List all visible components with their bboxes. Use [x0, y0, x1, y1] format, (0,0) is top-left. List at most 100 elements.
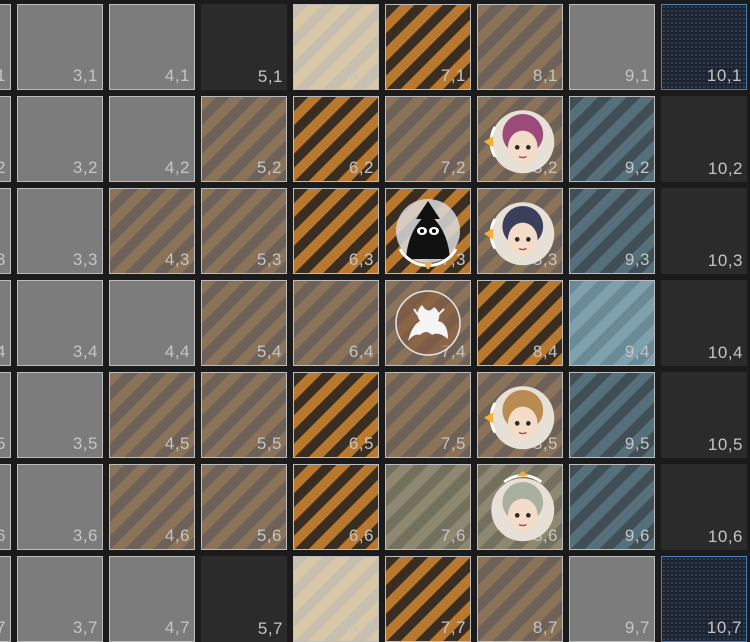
tile-9-3[interactable]: 9,3	[569, 188, 655, 274]
tile-2-3[interactable]: 2,3	[0, 188, 11, 274]
tile-5-7[interactable]: 5,7	[201, 556, 287, 642]
tile-7-6[interactable]: 7,6	[385, 464, 471, 550]
tile-5-1[interactable]: 5,1	[201, 4, 287, 90]
tile-coordinate-label: 10,7	[706, 618, 742, 637]
tile-2-4[interactable]: 2,4	[0, 280, 11, 366]
tile-coordinate-label: 9,4	[624, 342, 650, 361]
tile-coordinate-label: 10,2	[707, 159, 743, 178]
tile-10-3[interactable]: 10,3	[661, 188, 747, 274]
tile-3-4[interactable]: 3,4	[17, 280, 103, 366]
tile-9-4[interactable]: 9,4	[569, 280, 655, 366]
tile-3-5[interactable]: 3,5	[17, 372, 103, 458]
tile-coordinate-label: 5,1	[257, 67, 283, 86]
tile-7-2[interactable]: 7,2	[385, 96, 471, 182]
tile-10-6[interactable]: 10,6	[661, 464, 747, 550]
tile-coordinate-label: 4,6	[164, 526, 190, 545]
tile-4-5[interactable]: 4,5	[109, 372, 195, 458]
unit-operator-white-hair[interactable]	[482, 469, 558, 545]
tile-coordinate-label: 9,1	[624, 66, 650, 85]
tile-6-6[interactable]: 6,6	[293, 464, 379, 550]
operator-portrait-icon	[482, 101, 558, 177]
tile-coordinate-label: 4,5	[164, 434, 190, 453]
tile-2-1[interactable]: 2,1	[0, 4, 11, 90]
tile-4-1[interactable]: 4,1	[109, 4, 195, 90]
tile-9-7[interactable]: 9,7	[569, 556, 655, 642]
tile-5-4[interactable]: 5,4	[201, 280, 287, 366]
tile-coordinate-label: 3,1	[72, 66, 98, 85]
tile-7-7[interactable]: 7,7	[385, 556, 471, 642]
unit-dragon-emblem[interactable]	[390, 285, 466, 361]
tile-2-7[interactable]: 2,7	[0, 556, 11, 642]
tile-5-5[interactable]: 5,5	[201, 372, 287, 458]
tile-2-2[interactable]: 2,2	[0, 96, 11, 182]
tile-10-5[interactable]: 10,5	[661, 372, 747, 458]
tile-4-2[interactable]: 4,2	[109, 96, 195, 182]
summon-silhouette-icon	[390, 193, 466, 269]
unit-summon-black-figure[interactable]	[390, 193, 466, 269]
tile-9-2[interactable]: 9,2	[569, 96, 655, 182]
tile-6-1[interactable]: 6,1	[293, 4, 379, 90]
tile-8-7[interactable]: 8,7	[477, 556, 563, 642]
operator-portrait-icon	[482, 193, 558, 269]
tile-coordinate-label: 7,2	[440, 158, 466, 177]
unit-operator-dark-hood[interactable]	[482, 193, 558, 269]
tile-4-7[interactable]: 4,7	[109, 556, 195, 642]
tile-coordinate-label: 5,2	[256, 158, 282, 177]
tile-4-4[interactable]: 4,4	[109, 280, 195, 366]
tile-3-3[interactable]: 3,3	[17, 188, 103, 274]
operator-portrait-icon	[482, 377, 558, 453]
tile-3-1[interactable]: 3,1	[17, 4, 103, 90]
tile-10-7[interactable]: 10,7	[661, 556, 747, 642]
tile-coordinate-label: 3,5	[72, 434, 98, 453]
tile-7-1[interactable]: 7,1	[385, 4, 471, 90]
dragon-emblem-icon	[390, 285, 466, 361]
tile-coordinate-label: 2,4	[0, 342, 6, 361]
tile-3-6[interactable]: 3,6	[17, 464, 103, 550]
tile-10-4[interactable]: 10,4	[661, 280, 747, 366]
tile-coordinate-label: 6,5	[348, 434, 374, 453]
tile-6-7[interactable]: 6,7	[293, 556, 379, 642]
tile-2-6[interactable]: 2,6	[0, 464, 11, 550]
tile-9-1[interactable]: 9,1	[569, 4, 655, 90]
tile-coordinate-label: 3,6	[72, 526, 98, 545]
tile-coordinate-label: 8,7	[532, 618, 558, 637]
tile-coordinate-label: 9,6	[624, 526, 650, 545]
tile-coordinate-label: 3,4	[72, 342, 98, 361]
tile-8-4[interactable]: 8,4	[477, 280, 563, 366]
tile-coordinate-label: 7,6	[440, 526, 466, 545]
tile-5-6[interactable]: 5,6	[201, 464, 287, 550]
tile-6-5[interactable]: 6,5	[293, 372, 379, 458]
tile-7-5[interactable]: 7,5	[385, 372, 471, 458]
tile-9-6[interactable]: 9,6	[569, 464, 655, 550]
tile-3-7[interactable]: 3,7	[17, 556, 103, 642]
tile-coordinate-label: 5,7	[257, 619, 283, 638]
tile-coordinate-label: 9,2	[624, 158, 650, 177]
tile-9-5[interactable]: 9,5	[569, 372, 655, 458]
tactical-grid-board: 2,1 3,1 4,1 5,1 6,1 7,1 8,1 9,1 10,1 2,2 3,2 4,2 5,2…	[0, 0, 750, 642]
tile-8-1[interactable]: 8,1	[477, 4, 563, 90]
tile-coordinate-label: 6,1	[348, 66, 374, 85]
tile-coordinate-label: 10,4	[707, 343, 743, 362]
tile-coordinate-label: 5,4	[256, 342, 282, 361]
unit-operator-blonde[interactable]	[482, 377, 558, 453]
tile-coordinate-label: 5,3	[256, 250, 282, 269]
tile-3-2[interactable]: 3,2	[17, 96, 103, 182]
tile-2-5[interactable]: 2,5	[0, 372, 11, 458]
tile-6-4[interactable]: 6,4	[293, 280, 379, 366]
tile-4-3[interactable]: 4,3	[109, 188, 195, 274]
tile-6-3[interactable]: 6,3	[293, 188, 379, 274]
tile-coordinate-label: 9,7	[624, 618, 650, 637]
tile-coordinate-label: 10,1	[706, 66, 742, 85]
unit-operator-purple-hair[interactable]	[482, 101, 558, 177]
tile-coordinate-label: 7,1	[440, 66, 466, 85]
tile-4-6[interactable]: 4,6	[109, 464, 195, 550]
tile-5-2[interactable]: 5,2	[201, 96, 287, 182]
tile-5-3[interactable]: 5,3	[201, 188, 287, 274]
tile-coordinate-label: 10,3	[707, 251, 743, 270]
tile-10-2[interactable]: 10,2	[661, 96, 747, 182]
tile-10-1[interactable]: 10,1	[661, 4, 747, 90]
tile-coordinate-label: 2,3	[0, 250, 6, 269]
tile-coordinate-label: 8,1	[532, 66, 558, 85]
tile-coordinate-label: 6,3	[348, 250, 374, 269]
tile-6-2[interactable]: 6,2	[293, 96, 379, 182]
